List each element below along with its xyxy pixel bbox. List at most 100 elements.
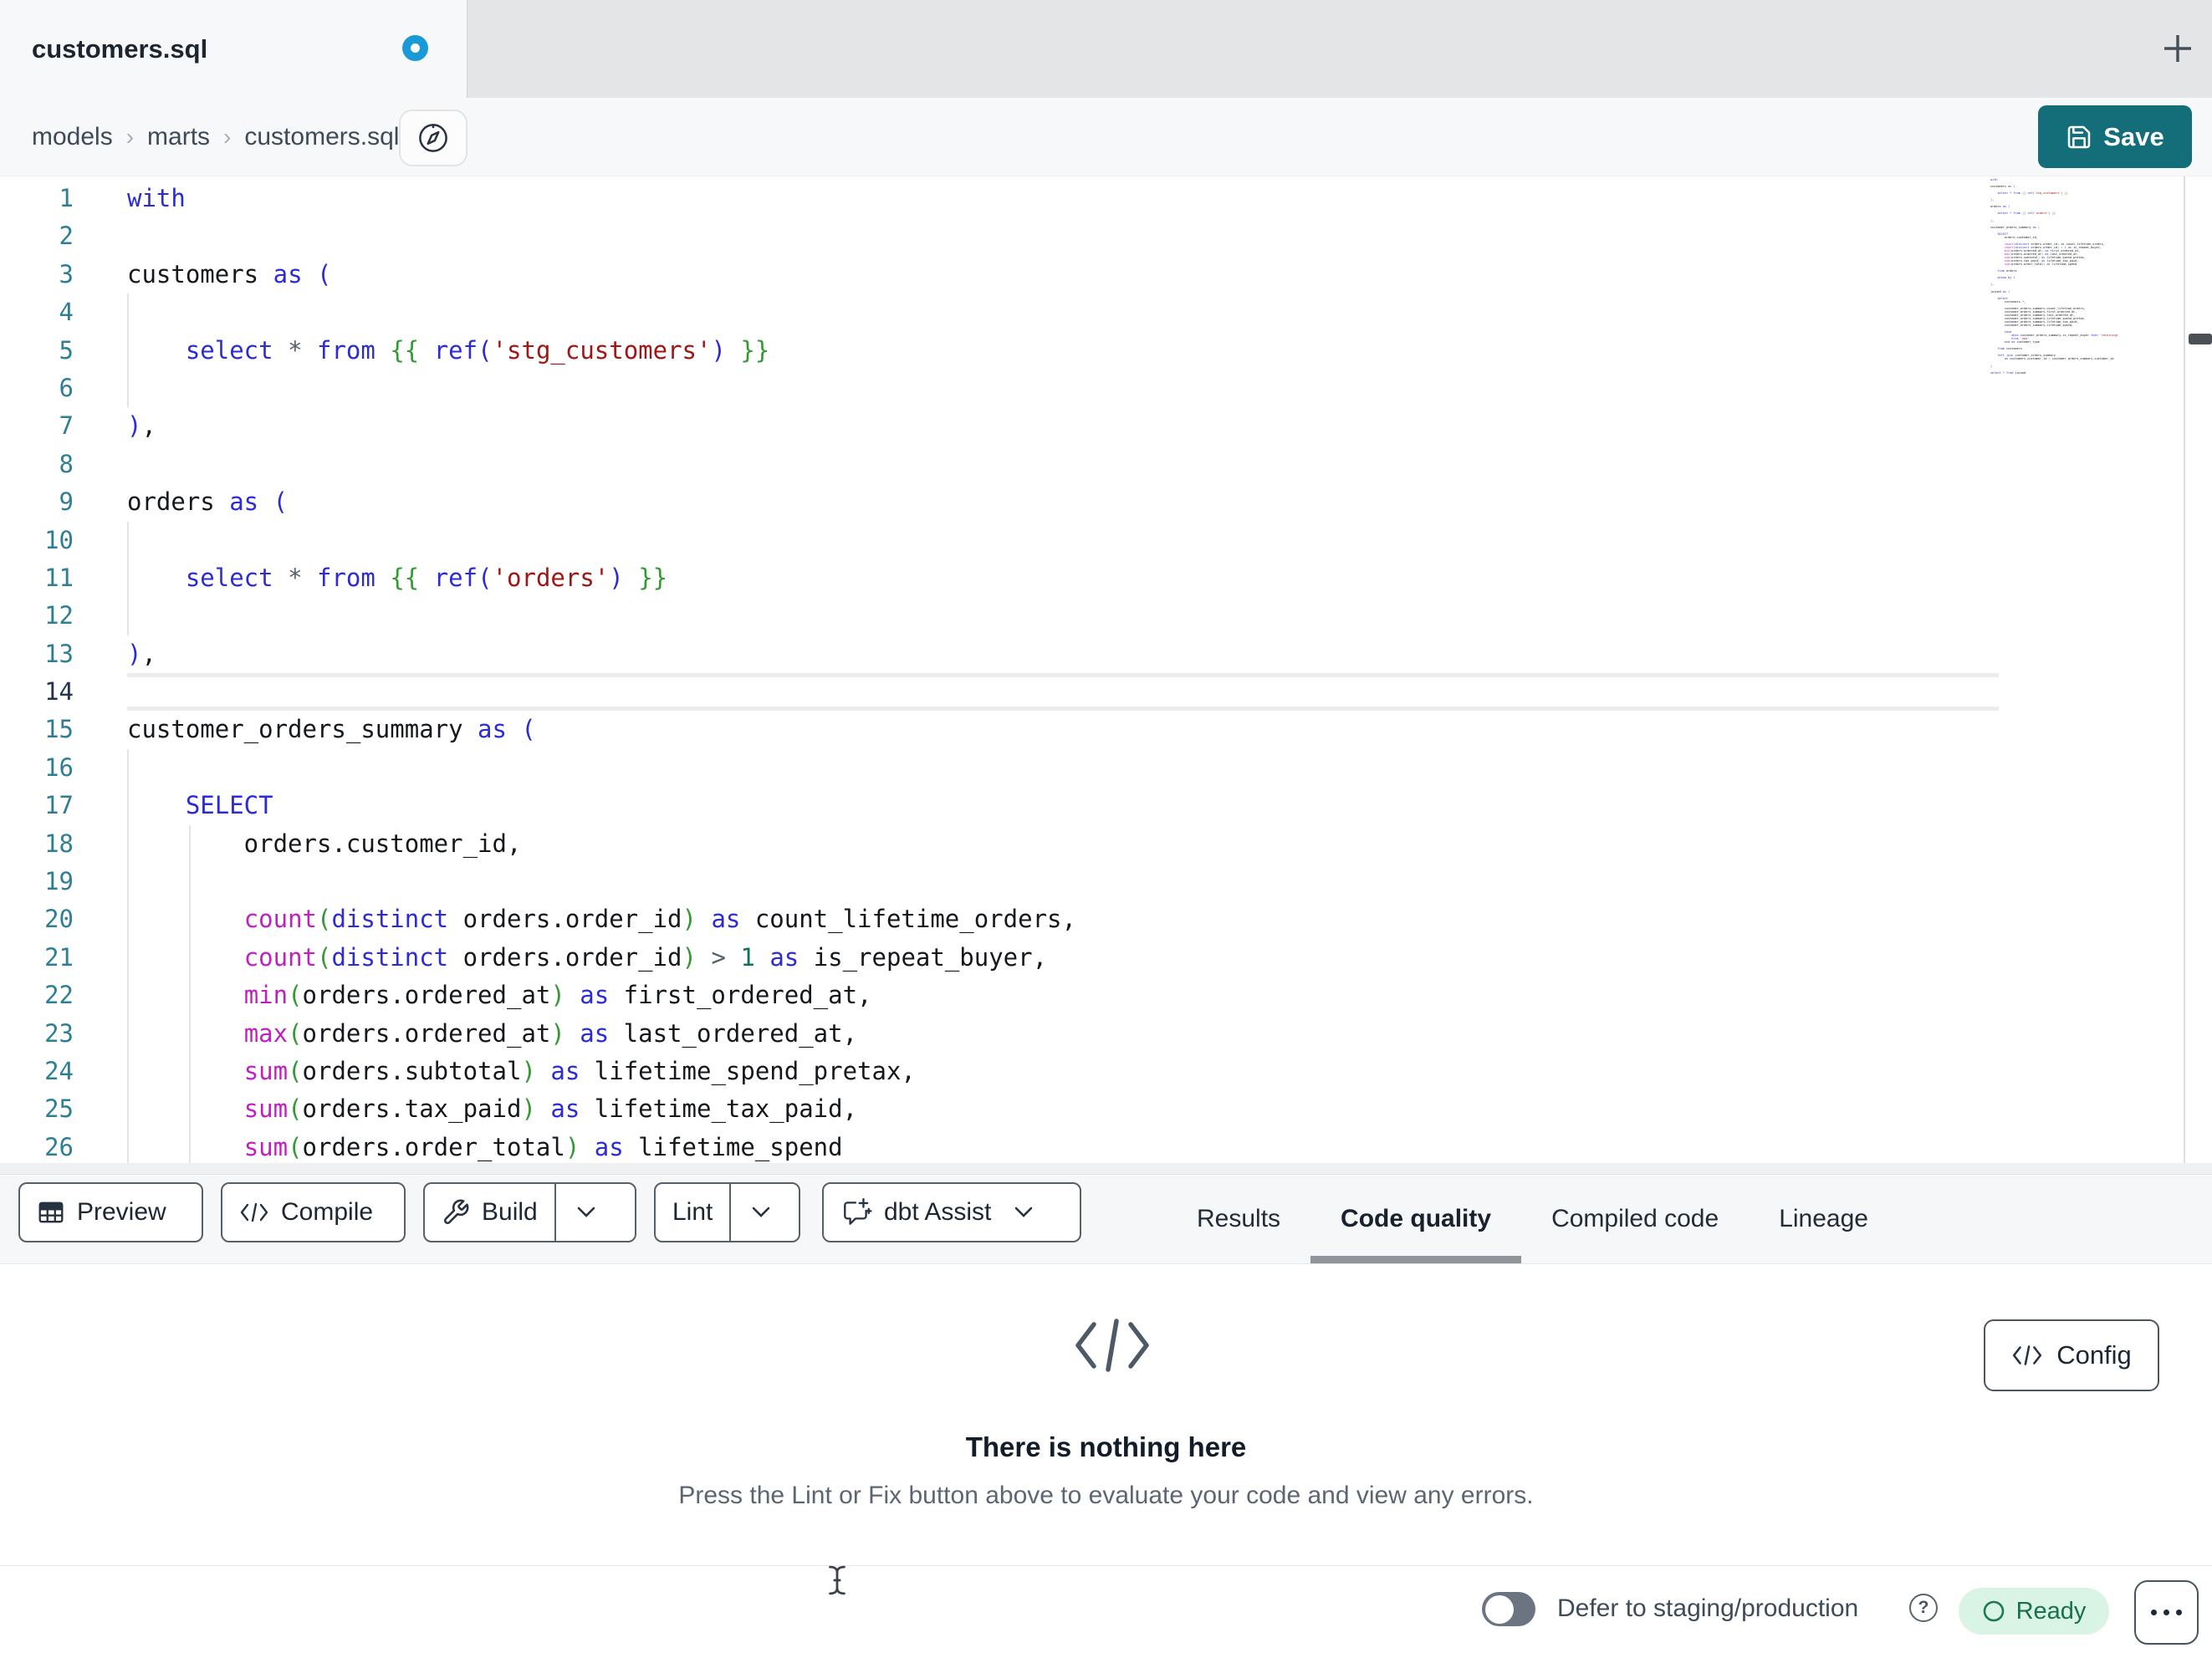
breadcrumb-separator: ›	[223, 123, 232, 150]
compile-button[interactable]: Compile	[221, 1182, 406, 1242]
code-line[interactable]: 21 count(distinct orders.order_id) > 1 a…	[0, 939, 2212, 977]
dbt-assist-button[interactable]: dbt Assist	[822, 1182, 1081, 1242]
tab-compiled-code[interactable]: Compiled code	[1521, 1175, 1749, 1263]
code-line[interactable]: 26 sum(orders.order_total) as lifetime_s…	[0, 1129, 2212, 1166]
code-line[interactable]: 22 min(orders.ordered_at) as first_order…	[0, 977, 2212, 1014]
code-line[interactable]: 8	[0, 446, 2212, 483]
tab-label: Lineage	[1779, 1204, 1868, 1232]
code-line[interactable]: 24 sum(orders.subtotal) as lifetime_spen…	[0, 1053, 2212, 1090]
code-line[interactable]: 9 orders as (	[0, 483, 2212, 521]
scrollbar-thumb[interactable]	[2189, 334, 2212, 344]
code-line[interactable]: 17 SELECT	[0, 787, 2212, 824]
code-line[interactable]: 13),	[0, 635, 2212, 673]
code-line[interactable]: 1 with	[0, 180, 2212, 217]
chevron-down-icon	[577, 1207, 595, 1217]
breadcrumb-bar: models › marts › customers.sql Save	[0, 98, 2212, 176]
tab-lineage[interactable]: Lineage	[1749, 1175, 1898, 1263]
code-line[interactable]: 2	[0, 217, 2212, 255]
code-line[interactable]: 23 max(orders.ordered_at) as last_ordere…	[0, 1015, 2212, 1053]
more-options-button[interactable]	[2134, 1580, 2199, 1645]
code-icon	[1072, 1318, 1152, 1373]
code-line[interactable]: 15 customer_orders_summary as (	[0, 711, 2212, 748]
build-split-button[interactable]: Build	[423, 1182, 636, 1242]
code-text: min(orders.ordered_at) as first_ordered_…	[243, 981, 872, 1010]
code-line[interactable]: 10	[0, 522, 2212, 559]
build-button[interactable]: Build	[425, 1184, 554, 1241]
compass-icon	[419, 124, 447, 152]
code-line[interactable]: 3 customers as (	[0, 256, 2212, 293]
code-text: customer_orders_summary as (	[127, 715, 536, 744]
preview-button[interactable]: Preview	[18, 1182, 203, 1242]
config-button[interactable]: Config	[1984, 1319, 2159, 1391]
build-dropdown-button[interactable]	[556, 1184, 616, 1241]
lint-split-button[interactable]: Lint	[654, 1182, 800, 1242]
breadcrumb-item-marts[interactable]: marts	[147, 123, 210, 151]
line-number: 2	[59, 222, 74, 251]
code-line[interactable]: 14	[0, 673, 2212, 711]
code-line[interactable]: 12	[0, 597, 2212, 635]
wrench-icon	[444, 1199, 469, 1224]
tab-bar: customers.sql	[0, 0, 2212, 98]
code-line[interactable]: 16	[0, 749, 2212, 787]
tab-customers-sql[interactable]: customers.sql	[0, 0, 467, 98]
lint-button[interactable]: Lint	[656, 1184, 729, 1241]
empty-state-subtitle: Press the Lint or Fix button above to ev…	[678, 1482, 1534, 1509]
code-line[interactable]: 25 sum(orders.tax_paid) as lifetime_tax_…	[0, 1090, 2212, 1128]
table-icon	[38, 1201, 64, 1223]
save-icon	[2068, 125, 2091, 148]
code-line[interactable]: 6	[0, 370, 2212, 407]
code-editor[interactable]: 1 with 2 3 customers as ( 4 5 select * from {{…	[0, 176, 2212, 1175]
breadcrumb-item-customers-sql[interactable]: customers.sql	[244, 123, 399, 151]
code-line[interactable]: 5 select * from {{ ref('stg_customers') …	[0, 332, 2212, 370]
line-number: 4	[59, 298, 74, 327]
minimap[interactable]: with customers as ( select * from {{ ref…	[1990, 178, 2138, 382]
line-number: 7	[59, 411, 74, 441]
line-number: 26	[44, 1132, 74, 1161]
save-label: Save	[2103, 121, 2164, 151]
line-number: 15	[44, 715, 74, 744]
ready-label: Ready	[2015, 1597, 2087, 1625]
defer-label: Defer to staging/production	[1557, 1594, 1859, 1622]
save-button[interactable]: Save	[2038, 105, 2192, 168]
build-label: Build	[482, 1198, 538, 1226]
code-line[interactable]: 7),	[0, 407, 2212, 445]
line-number: 22	[44, 981, 74, 1010]
ellipsis-icon	[2163, 1610, 2169, 1615]
breadcrumb-item-models[interactable]: models	[32, 123, 113, 151]
lint-dropdown-button[interactable]	[731, 1184, 791, 1241]
help-icon[interactable]: ?	[1909, 1594, 1938, 1622]
code-lines[interactable]: 1 with 2 3 customers as ( 4 5 select * from {{…	[0, 176, 2212, 1175]
tab-results[interactable]: Results	[1167, 1175, 1310, 1263]
breadcrumb: models › marts › customers.sql	[32, 98, 399, 176]
unsaved-changes-dot-icon	[402, 35, 428, 61]
code-line[interactable]: 18 orders.customer_id,	[0, 825, 2212, 863]
status-badge: Ready	[1959, 1588, 2109, 1635]
tab-title: customers.sql	[32, 34, 208, 64]
defer-toggle[interactable]	[1482, 1592, 1535, 1626]
code-line[interactable]: 20 count(distinct orders.order_id) as co…	[0, 900, 2212, 938]
ellipsis-icon	[2176, 1610, 2182, 1615]
line-number: 10	[44, 525, 74, 554]
code-line[interactable]: 19	[0, 863, 2212, 900]
code-line[interactable]: 11 select * from {{ ref('orders') }}	[0, 559, 2212, 597]
line-number: 1	[59, 184, 74, 212]
action-toolbar: Preview Compile Build Lint dbt Assist Re…	[0, 1174, 2212, 1264]
divider	[0, 1565, 2212, 1566]
code-text: select * from {{ ref('stg_customers') }}	[185, 335, 770, 365]
help-glyph: ?	[1918, 1598, 1929, 1617]
new-tab-button[interactable]	[2158, 28, 2198, 69]
horizontal-scrollbar-track[interactable]	[0, 1163, 2212, 1174]
code-text: customers as (	[127, 259, 332, 288]
tab-code-quality[interactable]: Code quality	[1310, 1175, 1522, 1263]
code-text: orders.customer_id,	[127, 829, 522, 858]
code-line[interactable]: 4	[0, 293, 2212, 331]
lint-label: Lint	[672, 1198, 713, 1226]
dbt-assist-label: dbt Assist	[884, 1198, 992, 1226]
navigate-button[interactable]	[399, 110, 467, 166]
code-text: sum(orders.order_total) as lifetime_spen…	[243, 1132, 843, 1161]
code-text: count(distinct orders.order_id) as count…	[243, 905, 1076, 934]
config-label: Config	[2056, 1340, 2132, 1370]
